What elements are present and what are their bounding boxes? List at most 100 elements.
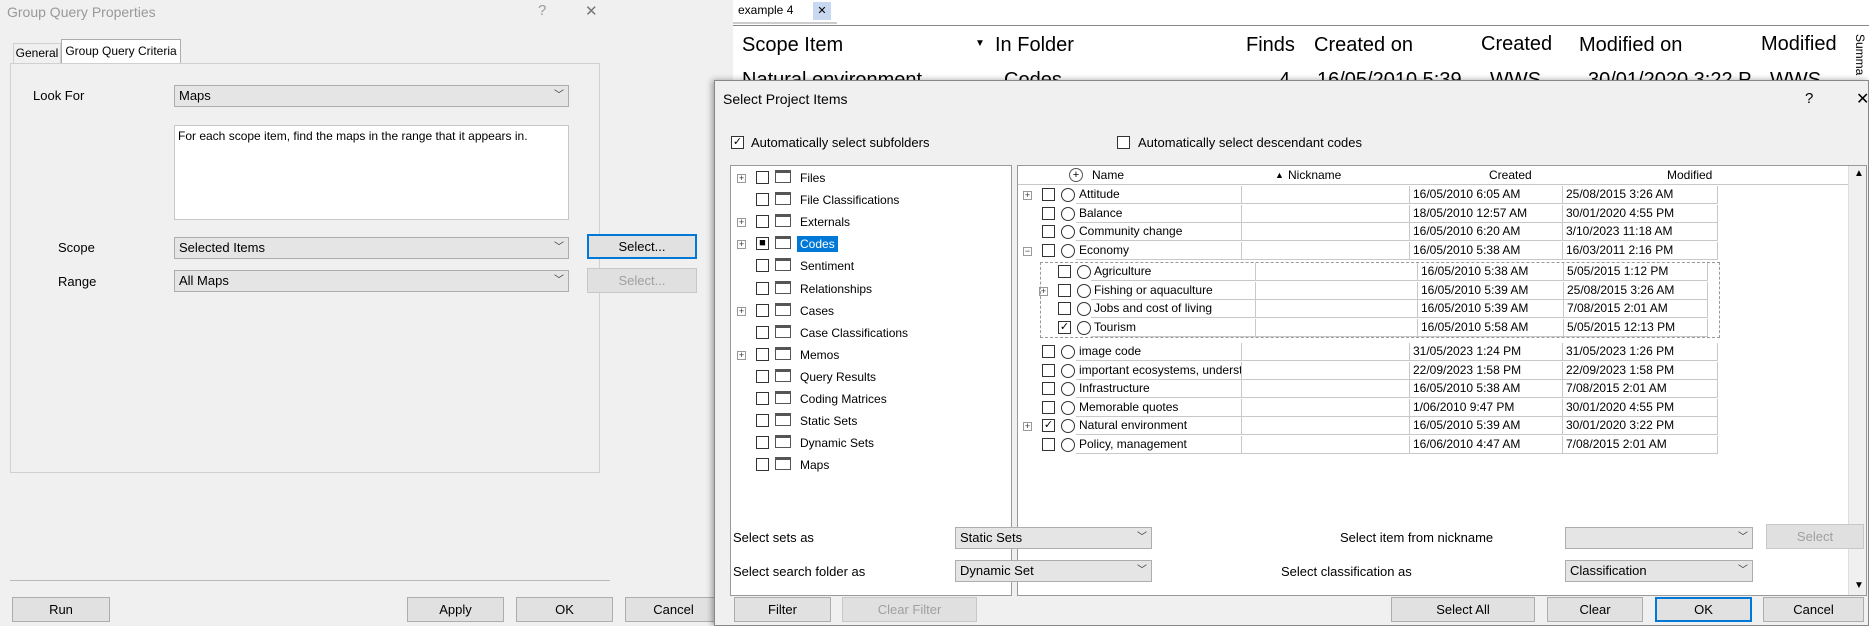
header-created[interactable]: Created bbox=[1489, 166, 1532, 184]
scroll-down-icon[interactable]: ▼ bbox=[1854, 580, 1864, 591]
tree-item-externals[interactable]: Externals bbox=[797, 214, 853, 230]
row-radio[interactable] bbox=[1061, 243, 1075, 258]
tree-item-files[interactable]: Files bbox=[797, 170, 828, 186]
row-checkbox[interactable] bbox=[1058, 302, 1071, 316]
expand-toggle-icon[interactable]: + bbox=[737, 240, 746, 250]
row-radio[interactable] bbox=[1061, 363, 1075, 378]
col-scope-item[interactable]: Scope Item bbox=[742, 34, 843, 57]
close-icon[interactable]: ✕ bbox=[585, 2, 598, 20]
tree-item-query-results[interactable]: Query Results bbox=[797, 369, 879, 385]
tab-general[interactable]: General bbox=[13, 43, 61, 63]
add-column-icon[interactable]: + bbox=[1069, 168, 1083, 182]
clear-filter-button[interactable]: Clear Filter bbox=[842, 597, 977, 622]
row-radio[interactable] bbox=[1061, 206, 1075, 221]
row-radio[interactable] bbox=[1077, 283, 1091, 298]
tree-checkbox[interactable] bbox=[756, 392, 769, 405]
table-row[interactable]: Infrastructure 16/05/2010 5:38 AM 7/08/201… bbox=[1018, 380, 1848, 399]
expand-toggle-icon[interactable]: + bbox=[737, 306, 746, 316]
close-icon[interactable]: ✕ bbox=[1856, 89, 1869, 109]
tree-checkbox[interactable] bbox=[756, 193, 769, 207]
header-nickname[interactable]: Nickname bbox=[1288, 166, 1341, 184]
row-checkbox[interactable] bbox=[1042, 345, 1055, 358]
row-checkbox[interactable] bbox=[1042, 400, 1055, 414]
row-checkbox[interactable] bbox=[1042, 243, 1055, 257]
row-radio[interactable] bbox=[1077, 302, 1091, 317]
tree-item-case-classifications[interactable]: Case Classifications bbox=[797, 325, 911, 341]
table-row[interactable]: Jobs and cost of living 16/05/2010 5:39 A… bbox=[1018, 300, 1848, 319]
help-icon[interactable]: ? bbox=[538, 2, 546, 19]
tree-item-coding-matrices[interactable]: Coding Matrices bbox=[797, 391, 890, 407]
table-row[interactable]: Memorable quotes 1/06/2010 9:47 PM 30/01/2… bbox=[1018, 398, 1848, 417]
tree-item-sentiment[interactable]: Sentiment bbox=[797, 258, 857, 274]
gq-cancel-button[interactable]: Cancel bbox=[625, 597, 722, 622]
tree-checkbox[interactable] bbox=[756, 458, 769, 472]
scope-dropdown[interactable]: Selected Items ﹀ bbox=[174, 237, 569, 259]
table-row[interactable]: Community change 16/05/2010 6:20 AM 3/10/2… bbox=[1018, 223, 1848, 242]
tree-item-static-sets[interactable]: Static Sets bbox=[797, 413, 860, 429]
select-search-dropdown[interactable]: Dynamic Set ﹀ bbox=[955, 560, 1152, 582]
row-radio[interactable] bbox=[1077, 265, 1091, 279]
auto-subfolders-checkbox[interactable]: ✓ bbox=[731, 136, 744, 149]
row-checkbox[interactable] bbox=[1058, 265, 1071, 278]
expand-toggle-icon[interactable]: + bbox=[1023, 191, 1032, 200]
ok-button[interactable]: OK bbox=[1655, 597, 1752, 622]
select-class-dropdown[interactable]: Classification ﹀ bbox=[1565, 560, 1753, 582]
expand-toggle-icon[interactable]: + bbox=[1039, 286, 1048, 296]
scroll-up-icon[interactable]: ▲ bbox=[1854, 168, 1864, 179]
tree-checkbox[interactable] bbox=[756, 369, 769, 383]
expand-toggle-icon[interactable]: + bbox=[737, 350, 746, 360]
apply-button[interactable]: Apply bbox=[407, 597, 504, 622]
cancel-button[interactable]: Cancel bbox=[1763, 597, 1864, 622]
tree-item-dynamic-sets[interactable]: Dynamic Sets bbox=[797, 435, 877, 451]
table-row[interactable]: image code 31/05/2023 1:24 PM 31/05/2023 1… bbox=[1018, 343, 1848, 361]
row-checkbox[interactable] bbox=[1042, 382, 1055, 396]
help-icon[interactable]: ? bbox=[1805, 90, 1813, 107]
tree-checkbox[interactable] bbox=[756, 347, 769, 361]
row-checkbox[interactable] bbox=[1042, 225, 1055, 239]
ok-button[interactable]: OK bbox=[516, 597, 613, 622]
row-checkbox[interactable] bbox=[1042, 206, 1055, 220]
table-row[interactable]: + ✓ Natural environment 16/05/2010 5:39 AM 3… bbox=[1018, 417, 1848, 436]
col-finds[interactable]: Finds bbox=[1246, 34, 1295, 57]
tree-checkbox[interactable] bbox=[756, 259, 769, 273]
tab-group-query-criteria[interactable]: Group Query Criteria bbox=[61, 39, 181, 64]
clear-button[interactable]: Clear bbox=[1547, 597, 1643, 622]
table-row[interactable]: + Fishing or aquaculture 16/05/2010 5:39 A… bbox=[1018, 281, 1848, 300]
table-row[interactable]: − Economy 16/05/2010 5:38 AM 16/03/2011 2:1… bbox=[1018, 241, 1848, 260]
auto-descendant-checkbox[interactable] bbox=[1117, 136, 1130, 149]
col-in-folder[interactable]: In Folder bbox=[995, 34, 1074, 57]
tree-checkbox[interactable] bbox=[756, 215, 769, 229]
tree-checkbox[interactable] bbox=[756, 171, 769, 184]
row-radio[interactable] bbox=[1061, 400, 1075, 415]
table-row[interactable]: important ecosystems, understa 22/09/2023… bbox=[1018, 361, 1848, 380]
row-checkbox[interactable] bbox=[1042, 188, 1055, 201]
scope-select-button[interactable]: Select... bbox=[587, 234, 697, 259]
row-checkbox[interactable]: ✓ bbox=[1058, 320, 1071, 334]
tree-checkbox[interactable] bbox=[756, 325, 769, 339]
tree-checkbox[interactable] bbox=[756, 436, 769, 450]
row-radio[interactable] bbox=[1061, 438, 1075, 452]
row-checkbox[interactable] bbox=[1058, 283, 1071, 297]
tree-item-relationships[interactable]: Relationships bbox=[797, 281, 875, 297]
range-select-button[interactable]: Select... bbox=[587, 268, 697, 293]
table-row[interactable]: Policy, management 16/06/2010 4:47 AM 7/08… bbox=[1018, 436, 1848, 454]
row-radio[interactable] bbox=[1061, 345, 1075, 359]
expand-toggle-icon[interactable]: + bbox=[1023, 422, 1032, 432]
tree-item-memos[interactable]: Memos bbox=[797, 347, 842, 363]
tree-checkbox[interactable] bbox=[756, 303, 769, 317]
tree-item-maps[interactable]: Maps bbox=[797, 457, 832, 473]
select-nickname-button[interactable]: Select bbox=[1766, 524, 1864, 549]
header-modified[interactable]: Modified bbox=[1667, 166, 1712, 184]
table-row[interactable]: + Attitude 16/05/2010 6:05 AM 25/08/2015 3:… bbox=[1018, 186, 1848, 204]
tree-checkbox[interactable] bbox=[756, 281, 769, 295]
table-row[interactable]: ✓ Tourism 16/05/2010 5:58 AM 5/05/2015 12:1… bbox=[1018, 318, 1848, 337]
table-row[interactable]: Balance 18/05/2010 12:57 AM 30/01/2020 4:5… bbox=[1018, 204, 1848, 223]
row-checkbox[interactable] bbox=[1042, 438, 1055, 451]
range-dropdown[interactable]: All Maps ﹀ bbox=[174, 270, 569, 292]
run-button[interactable]: Run bbox=[12, 597, 110, 622]
tree-item-file-classifications[interactable]: File Classifications bbox=[797, 192, 902, 208]
row-radio[interactable] bbox=[1061, 188, 1075, 202]
tree-item-codes[interactable]: Codes bbox=[797, 236, 838, 253]
select-all-button[interactable]: Select All bbox=[1391, 597, 1535, 622]
col-created-on[interactable]: Created on bbox=[1314, 34, 1413, 57]
